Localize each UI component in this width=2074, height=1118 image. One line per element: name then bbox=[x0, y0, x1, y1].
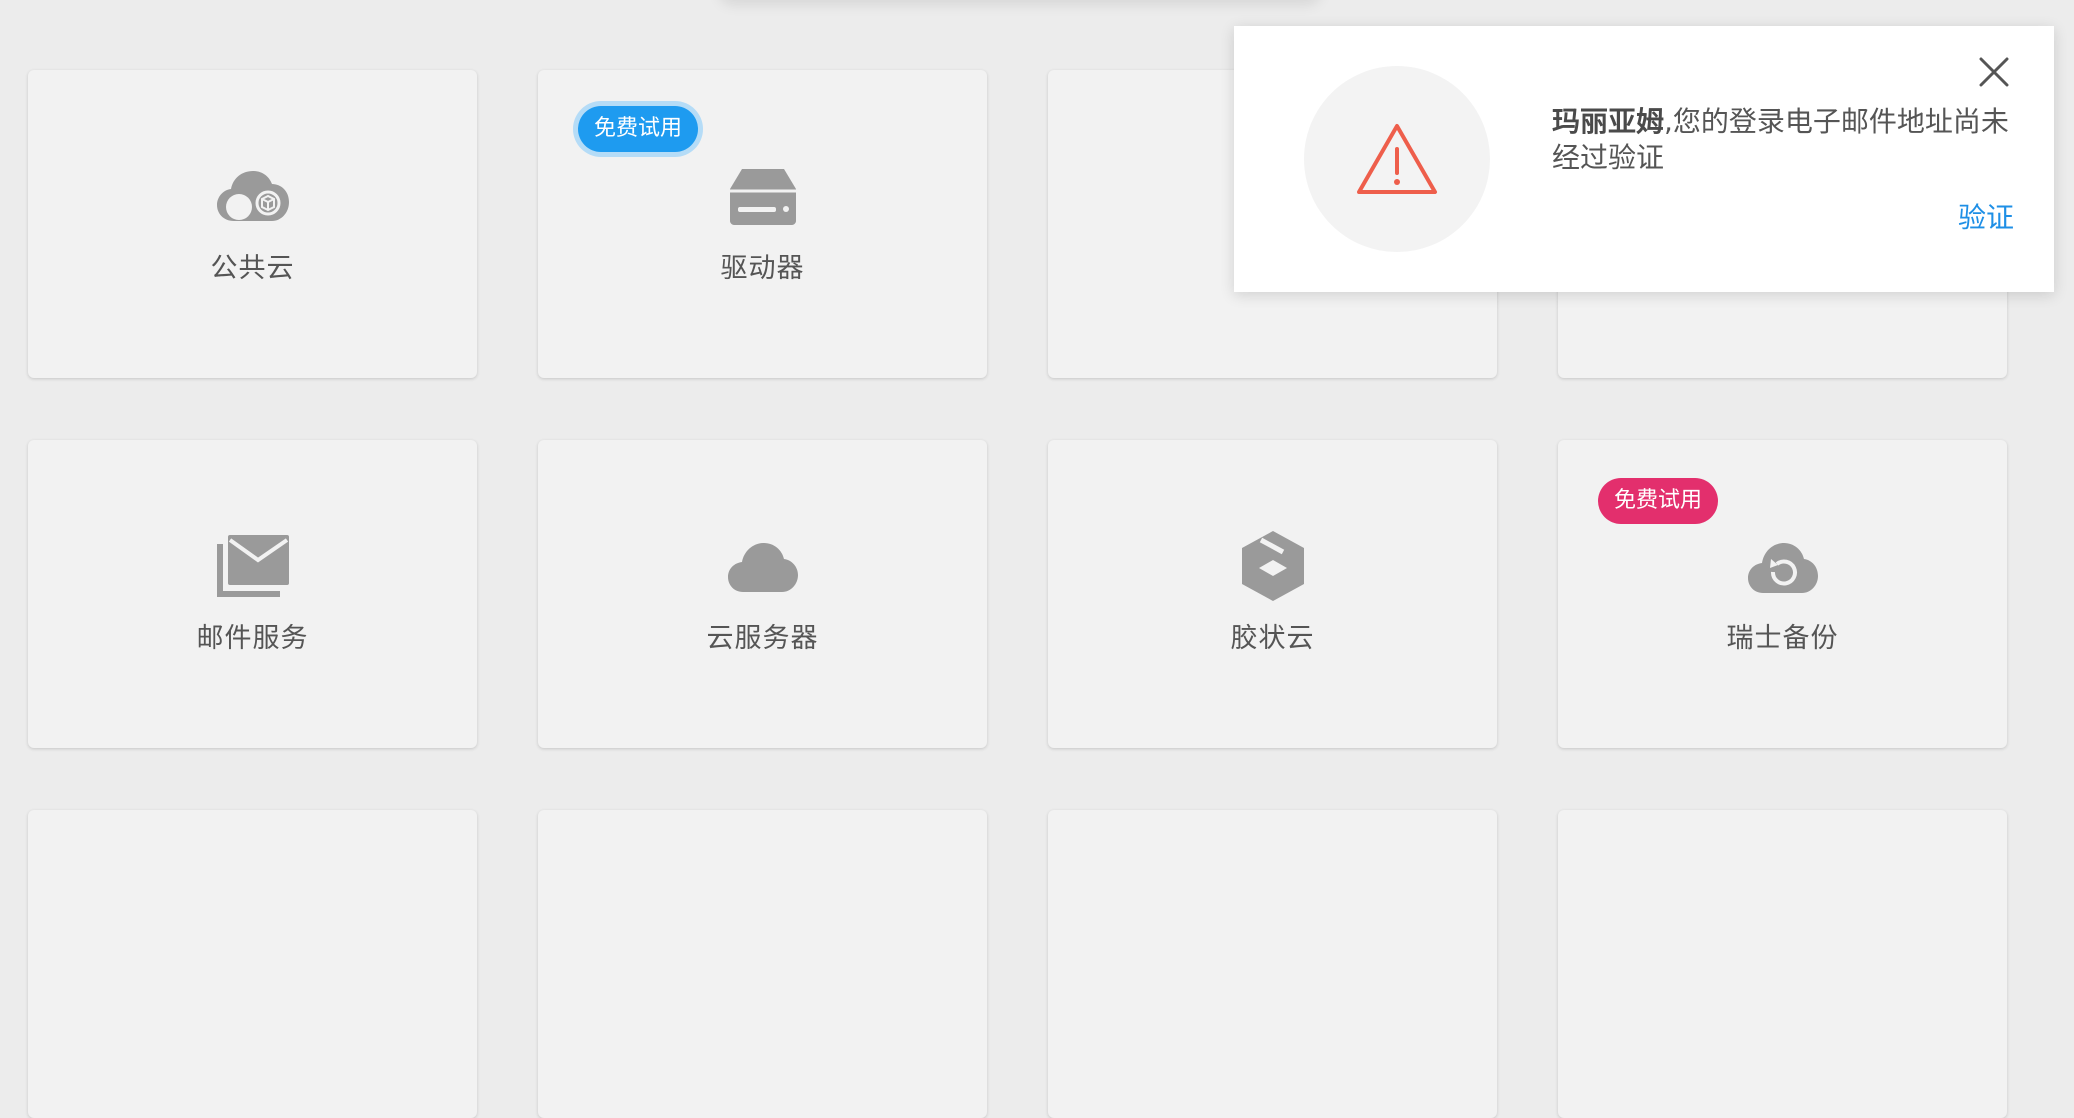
service-label: 邮件服务 bbox=[196, 623, 309, 654]
service-card-row3-3[interactable] bbox=[1048, 810, 1497, 1118]
service-card-row3-4[interactable] bbox=[1558, 810, 2007, 1118]
service-card-drive[interactable]: 免费试用 驱动器 bbox=[538, 70, 987, 378]
service-card-mail[interactable]: 邮件服务 bbox=[28, 440, 477, 748]
service-label: 驱动器 bbox=[720, 253, 805, 284]
close-icon[interactable] bbox=[1970, 48, 2018, 96]
service-label: 瑞士备份 bbox=[1726, 623, 1839, 654]
cloud-backup-icon bbox=[1745, 528, 1821, 604]
service-card-swiss-backup[interactable]: 免费试用 瑞士备份 bbox=[1558, 440, 2007, 748]
notification-message: 玛丽亚姆,您的登录电子邮件地址尚未经过验证 bbox=[1552, 104, 2012, 176]
user-name: 玛丽亚姆 bbox=[1552, 105, 1665, 138]
cloud-box-icon bbox=[215, 158, 291, 234]
jelastic-icon bbox=[1235, 528, 1311, 604]
drive-icon bbox=[725, 158, 801, 234]
cloud-icon bbox=[725, 528, 801, 604]
service-card-public-cloud[interactable]: 公共云 bbox=[28, 70, 477, 378]
mail-icon bbox=[215, 528, 291, 604]
service-card-jelastic[interactable]: 胶状云 bbox=[1048, 440, 1497, 748]
verify-link[interactable]: 验证 bbox=[1958, 196, 2014, 236]
warning-icon bbox=[1304, 66, 1490, 252]
service-label: 公共云 bbox=[210, 253, 295, 284]
service-card-cloud-server[interactable]: 云服务器 bbox=[538, 440, 987, 748]
service-label: 云服务器 bbox=[706, 623, 819, 654]
name-separator: , bbox=[1664, 105, 1673, 138]
email-verification-notification: 玛丽亚姆,您的登录电子邮件地址尚未经过验证 验证 bbox=[1234, 26, 2054, 292]
service-label: 胶状云 bbox=[1230, 623, 1315, 654]
free-trial-badge: 免费试用 bbox=[1598, 478, 1719, 524]
service-card-row3-2[interactable] bbox=[538, 810, 987, 1118]
service-card-row3-1[interactable] bbox=[28, 810, 477, 1118]
free-trial-badge: 免费试用 bbox=[578, 106, 699, 152]
